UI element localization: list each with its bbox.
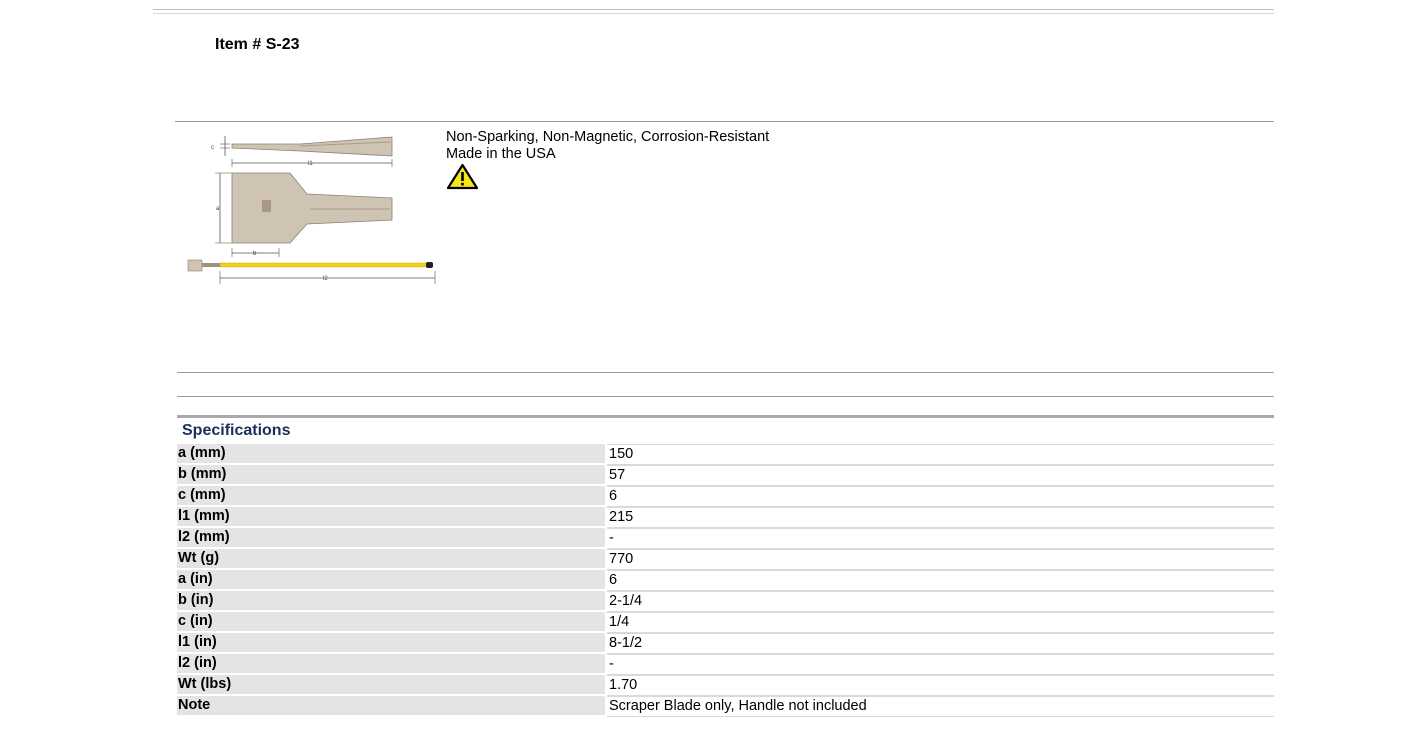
spec-label: Note xyxy=(177,696,605,717)
spec-value: - xyxy=(607,528,1274,549)
description-line-2: Made in the USA xyxy=(446,145,556,162)
top-divider xyxy=(153,9,1274,10)
table-row: b (mm) 57 xyxy=(177,465,1274,486)
dimension-l1-label: l1 xyxy=(308,161,313,167)
spec-value: 6 xyxy=(607,570,1274,591)
scraper-with-handle xyxy=(187,259,433,272)
spec-label: a (mm) xyxy=(177,444,605,465)
spec-value: 2-1/4 xyxy=(607,591,1274,612)
section-divider xyxy=(175,121,1274,122)
spec-label: a (in) xyxy=(177,570,605,591)
description-line-1: Non-Sparking, Non-Magnetic, Corrosion-Re… xyxy=(446,129,770,145)
specifications-table: a (mm) 150 b (mm) 57 c (mm) 6 l1 (mm) 21… xyxy=(177,444,1274,717)
table-row: c (in) 1/4 xyxy=(177,612,1274,633)
table-row: l1 (mm) 215 xyxy=(177,507,1274,528)
spec-value: 1/4 xyxy=(607,612,1274,633)
section-divider xyxy=(177,396,1274,397)
dimension-b-label: b xyxy=(253,251,257,257)
table-row: Wt (lbs) 1.70 xyxy=(177,675,1274,696)
spec-label: l1 (in) xyxy=(177,633,605,654)
product-description: Non-Sparking, Non-Magnetic, Corrosion-Re… xyxy=(446,129,769,162)
spec-label: Wt (g) xyxy=(177,549,605,570)
spec-label: l2 (in) xyxy=(177,654,605,675)
spec-label: c (mm) xyxy=(177,486,605,507)
spec-value: 1.70 xyxy=(607,675,1274,696)
spec-label: b (in) xyxy=(177,591,605,612)
side-view-scraper xyxy=(231,136,393,157)
spec-label: c (in) xyxy=(177,612,605,633)
spec-label: l1 (mm) xyxy=(177,507,605,528)
table-row: a (mm) 150 xyxy=(177,444,1274,465)
spec-value: 57 xyxy=(607,465,1274,486)
table-row: a (in) 6 xyxy=(177,570,1274,591)
section-divider xyxy=(177,372,1274,373)
table-row: l2 (in) - xyxy=(177,654,1274,675)
table-row: c (mm) 6 xyxy=(177,486,1274,507)
top-divider-secondary xyxy=(153,13,1274,14)
dimension-c-label: c xyxy=(211,145,214,151)
spec-value: 150 xyxy=(607,444,1274,465)
front-view-scraper xyxy=(231,172,393,244)
table-row: Note Scraper Blade only, Handle not incl… xyxy=(177,696,1274,717)
dimension-a-label: a xyxy=(216,206,220,212)
spec-label: Wt (lbs) xyxy=(177,675,605,696)
spec-value: 8-1/2 xyxy=(607,633,1274,654)
specifications-title: Specifications xyxy=(182,422,291,439)
table-row: b (in) 2-1/4 xyxy=(177,591,1274,612)
spec-value: - xyxy=(607,654,1274,675)
table-row: Wt (g) 770 xyxy=(177,549,1274,570)
spec-value: 770 xyxy=(607,549,1274,570)
spec-label: b (mm) xyxy=(177,465,605,486)
table-row: l1 (in) 8-1/2 xyxy=(177,633,1274,654)
table-row: l2 (mm) - xyxy=(177,528,1274,549)
specifications-divider xyxy=(177,415,1274,418)
dimension-l2-label: l2 xyxy=(323,276,328,282)
spec-value: 6 xyxy=(607,486,1274,507)
item-title: Item # S-23 xyxy=(215,36,300,53)
spec-label: l2 (mm) xyxy=(177,528,605,549)
spec-value: Scraper Blade only, Handle not included xyxy=(607,696,1274,717)
spec-value: 215 xyxy=(607,507,1274,528)
product-diagram: c l1 a b l2 xyxy=(187,136,436,284)
warning-triangle-icon xyxy=(446,163,479,190)
